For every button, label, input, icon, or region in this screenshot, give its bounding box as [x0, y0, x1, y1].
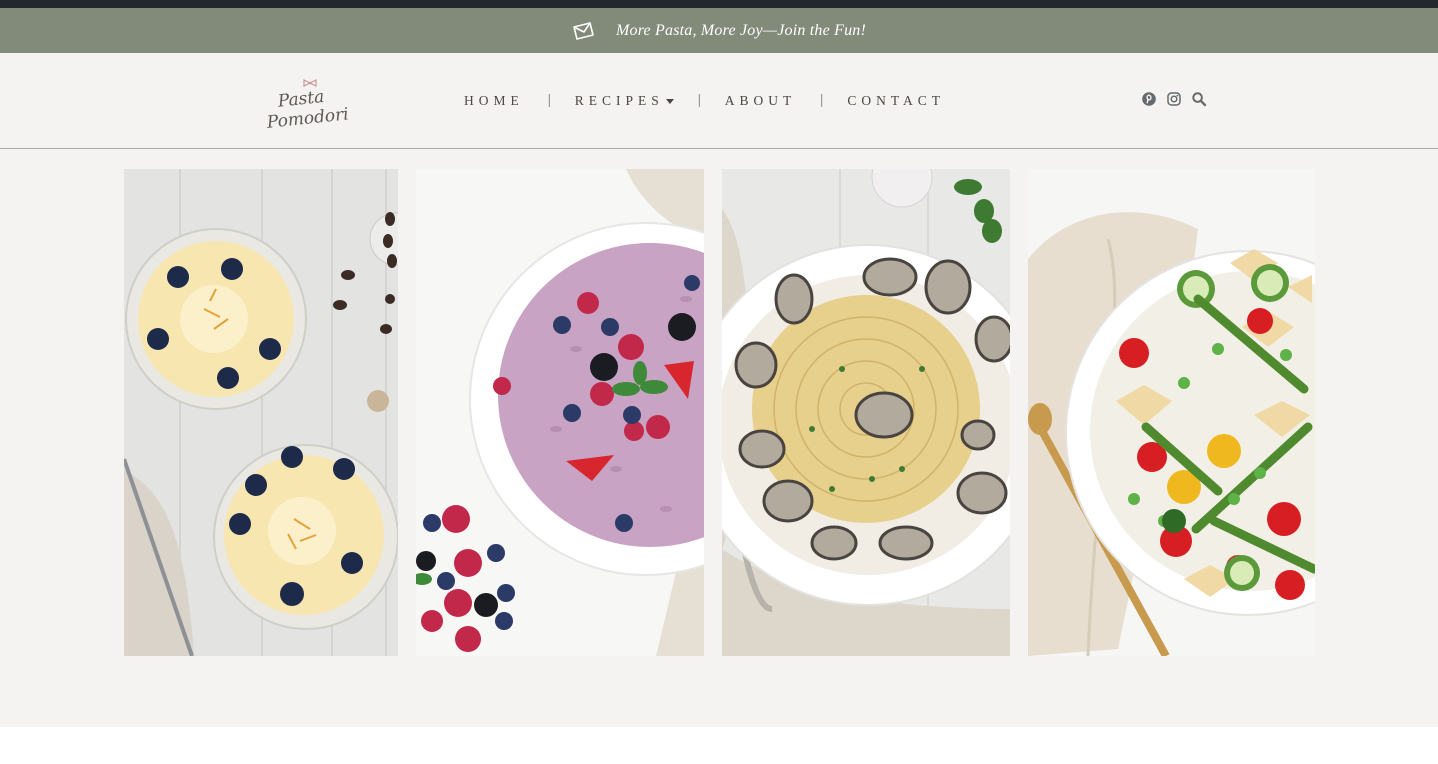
site-logo[interactable]: Pasta Pomodori — [264, 73, 364, 131]
browser-top-strip — [0, 0, 1438, 8]
custard-image — [124, 169, 398, 656]
nav-contact-label: CONTACT — [847, 92, 945, 108]
nav-contact[interactable]: CONTACT — [823, 93, 969, 109]
promo-bar[interactable]: More Pasta, More Joy—Join the Fun! — [0, 8, 1438, 53]
nav-recipes[interactable]: RECIPES — [551, 93, 698, 109]
spaghetti-image — [722, 169, 1010, 656]
instagram-icon[interactable] — [1166, 91, 1182, 107]
mail-icon — [573, 21, 594, 40]
main-nav: HOME | RECIPES | ABOUT | CONTACT — [440, 53, 969, 148]
recipe-card-farfalle[interactable] — [1028, 169, 1315, 656]
page-bottom-spacer — [0, 727, 1438, 764]
nav-recipes-label: RECIPES — [574, 92, 664, 108]
risotto-image — [416, 169, 704, 656]
recipe-card-custard[interactable] — [124, 169, 398, 656]
nav-home[interactable]: HOME — [440, 93, 548, 109]
farfalle-image — [1028, 169, 1315, 656]
nav-about[interactable]: ABOUT — [701, 93, 821, 109]
social-icons — [1141, 91, 1207, 107]
pinterest-icon[interactable] — [1141, 91, 1157, 107]
nav-home-label: HOME — [464, 92, 524, 108]
search-icon[interactable] — [1191, 91, 1207, 107]
chevron-down-icon — [665, 98, 674, 104]
bow-icon — [303, 79, 317, 87]
recipe-gallery — [0, 149, 1438, 727]
recipe-card-spaghetti[interactable] — [722, 169, 1010, 656]
promo-text: More Pasta, More Joy—Join the Fun! — [616, 21, 866, 39]
nav-about-label: ABOUT — [724, 92, 797, 108]
site-header: Pasta Pomodori HOME | RECIPES | ABOUT | … — [0, 53, 1438, 149]
recipe-card-risotto[interactable] — [416, 169, 704, 656]
